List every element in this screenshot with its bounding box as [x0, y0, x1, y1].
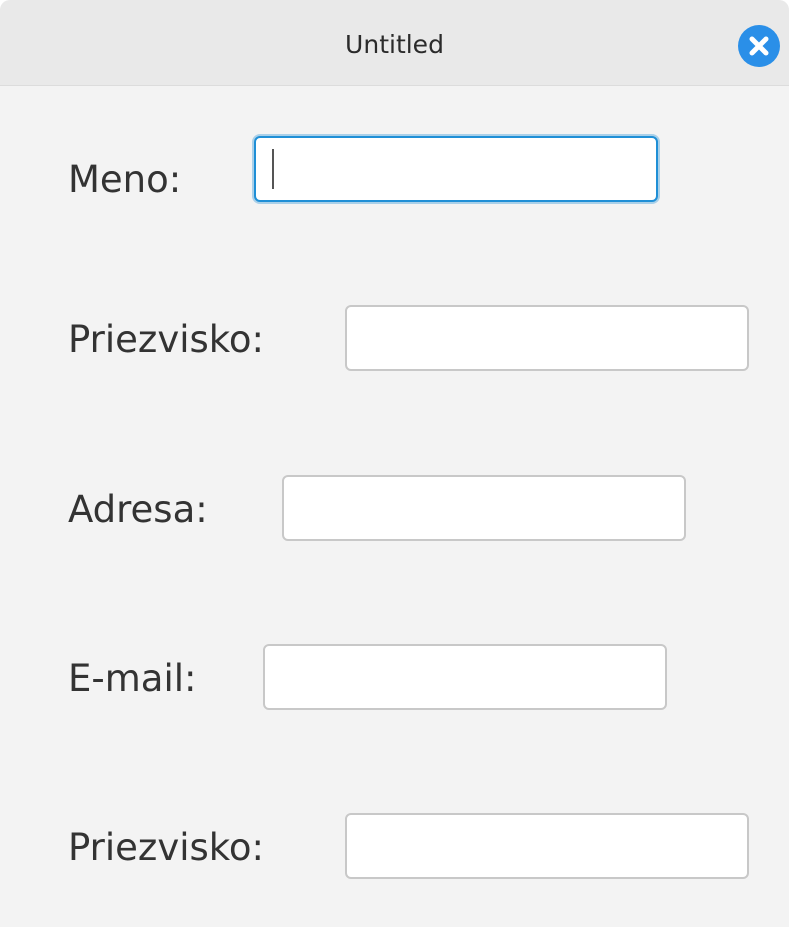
label-priezvisko: Priezvisko:	[68, 318, 265, 361]
meno-input[interactable]	[254, 136, 658, 202]
text-caret	[272, 149, 274, 189]
label-priezvisko-2: Priezvisko:	[68, 826, 265, 869]
close-button[interactable]	[738, 25, 780, 67]
label-meno: Meno:	[68, 158, 182, 201]
app-window: Untitled Meno: Priezvisko: Adresa: E-mai…	[0, 0, 789, 927]
meno-field-wrapper	[254, 136, 658, 202]
label-adresa: Adresa:	[68, 488, 208, 531]
priezvisko-input-2[interactable]	[345, 813, 749, 879]
label-email: E-mail:	[68, 657, 197, 700]
close-icon	[749, 36, 769, 56]
window-title: Untitled	[345, 30, 444, 59]
priezvisko-input[interactable]	[345, 305, 749, 371]
adresa-input[interactable]	[282, 475, 686, 541]
email-input[interactable]	[263, 644, 667, 710]
title-bar[interactable]: Untitled	[0, 0, 789, 86]
